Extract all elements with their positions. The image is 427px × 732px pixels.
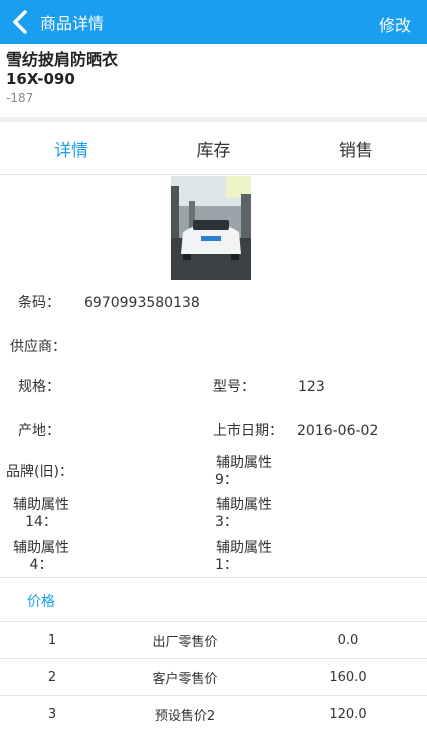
aux-attr-14-label: 辅助属性 14： xyxy=(13,497,69,530)
brand-label: 品牌(旧)： xyxy=(6,464,73,480)
model-value: 123 xyxy=(298,379,325,395)
tab-details[interactable]: 详情 xyxy=(0,122,142,174)
spec-label: 规格： xyxy=(18,379,60,395)
divider xyxy=(0,577,427,578)
product-name: 雪纺披肩防晒衣 xyxy=(6,50,119,69)
origin-label: 产地： xyxy=(18,423,60,439)
product-image[interactable] xyxy=(171,176,251,280)
back-button[interactable] xyxy=(0,0,40,44)
price-row: 2 客户零售价 160.0 xyxy=(0,658,427,695)
price-row-index: 1 xyxy=(47,632,57,648)
price-heading: 价格 xyxy=(27,594,55,610)
edit-button[interactable]: 修改 xyxy=(379,12,411,36)
barcode-label: 条码： xyxy=(18,295,60,311)
product-code: 16X-090 xyxy=(6,70,75,88)
chevron-left-icon xyxy=(13,10,27,34)
tab-inventory[interactable]: 库存 xyxy=(142,122,284,174)
aux-attr-9-label: 辅助属性 9： xyxy=(215,455,272,488)
supplier-label: 供应商： xyxy=(10,339,66,355)
price-row-index: 3 xyxy=(47,706,57,722)
price-row-name: 出厂零售价 xyxy=(152,634,218,650)
top-bar: 商品详情 修改 xyxy=(0,0,427,44)
page-title: 商品详情 xyxy=(40,14,105,33)
price-row-name: 客户零售价 xyxy=(152,671,218,687)
aux-attr-4-label: 辅助属性 4： xyxy=(13,540,69,573)
product-info: 雪纺披肩防晒衣 16X-090 -187 xyxy=(6,50,118,107)
aux-attr-1-label: 辅助属性 1： xyxy=(215,540,272,573)
barcode-value: 6970993580138 xyxy=(84,295,200,311)
tab-bar: 详情 库存 销售 xyxy=(0,122,427,175)
price-row-name: 预设售价2 xyxy=(154,708,216,724)
price-row-value: 160.0 xyxy=(329,669,367,685)
price-row-index: 2 xyxy=(47,669,57,685)
price-row: 3 预设售价2 120.0 xyxy=(0,695,427,732)
price-row-value: 0.0 xyxy=(337,632,359,648)
price-row-value: 120.0 xyxy=(329,706,367,722)
launch-date-value: 2016-06-02 xyxy=(297,423,379,439)
tab-sales[interactable]: 销售 xyxy=(285,122,427,174)
product-sub: -187 xyxy=(6,91,34,105)
price-row: 1 出厂零售价 0.0 xyxy=(0,621,427,658)
launch-date-label: 上市日期： xyxy=(213,423,283,439)
model-label: 型号： xyxy=(213,379,255,395)
aux-attr-3-label: 辅助属性 3： xyxy=(215,497,272,530)
